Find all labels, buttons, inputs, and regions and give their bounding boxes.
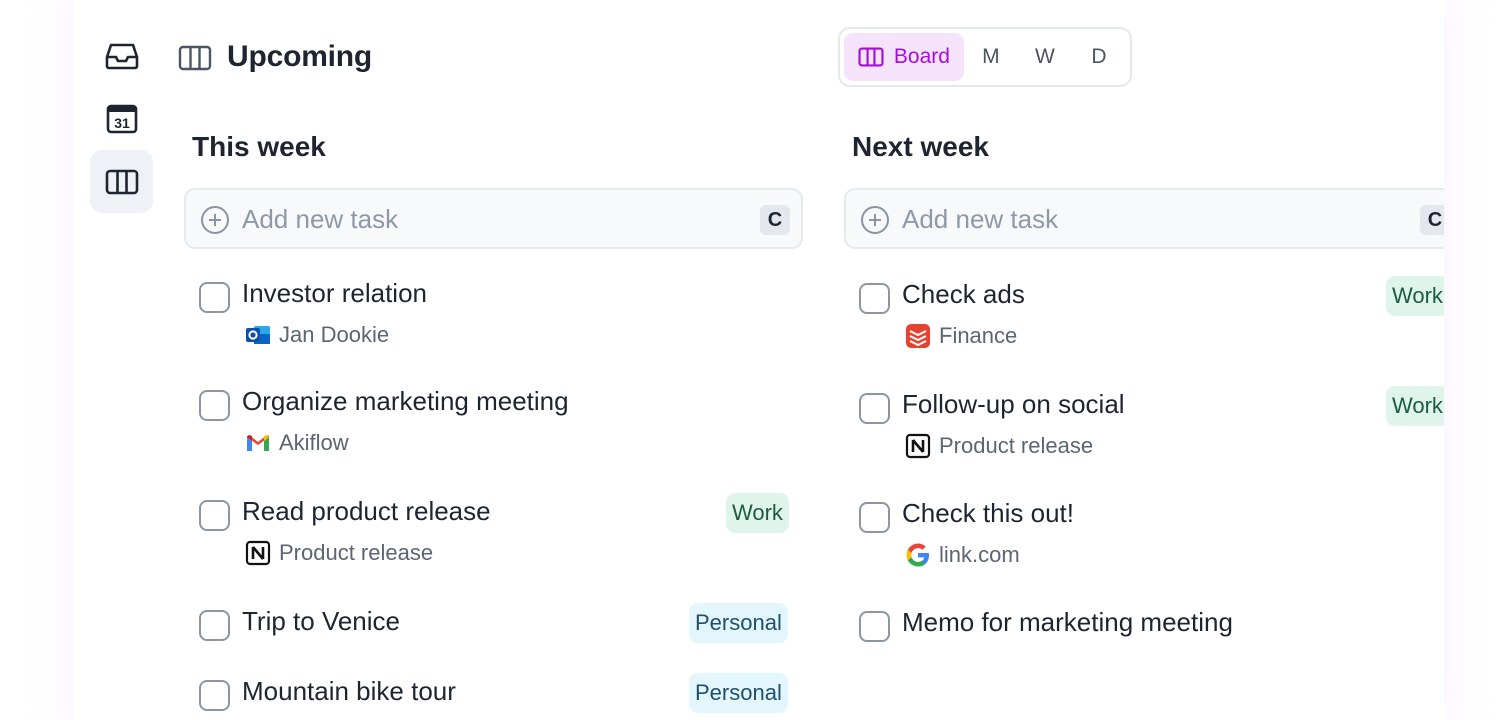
task-title: Organize marketing meeting [242, 386, 569, 416]
app-window: 31 Upcoming Board M W D This week Add ne… [74, 0, 1444, 720]
task-item[interactable]: Investor relation Jan Dookie [199, 278, 799, 358]
task-checkbox[interactable] [199, 500, 230, 531]
task-item[interactable]: Follow-up on social Product release [859, 389, 1419, 469]
task-source: Akiflow [245, 430, 349, 456]
task-title: Investor relation [242, 278, 427, 308]
task-title: Follow-up on social [902, 389, 1125, 419]
task-title: Memo for marketing meeting [902, 607, 1233, 637]
task-source: Jan Dookie [245, 322, 389, 348]
task-source-label: link.com [939, 542, 1020, 567]
sidebar: 31 [74, 0, 174, 720]
task-title: Mountain bike tour [242, 676, 456, 706]
task-title: Check ads [902, 279, 1025, 309]
view-board-button[interactable]: Board [844, 33, 964, 81]
board-icon [105, 169, 138, 194]
column-title: This week [192, 131, 326, 162]
task-checkbox[interactable] [199, 282, 230, 313]
board-icon [858, 47, 884, 67]
add-task-placeholder: Add new task [242, 204, 399, 234]
task-source: Product release [905, 433, 1093, 459]
task-checkbox[interactable] [199, 610, 230, 641]
add-task-placeholder: Add new task [902, 204, 1059, 234]
sidebar-item-board[interactable] [90, 150, 153, 213]
view-week-button[interactable]: W [1018, 45, 1072, 69]
task-item[interactable]: Organize marketing meeting Akiflow [199, 386, 799, 466]
tag-personal[interactable]: Personal [689, 603, 788, 643]
board-icon [178, 45, 212, 71]
task-checkbox[interactable] [859, 502, 890, 533]
tag-work[interactable]: Work [726, 493, 789, 533]
tag-personal[interactable]: Personal [689, 673, 788, 713]
add-task-input[interactable]: Add new task C [844, 188, 1444, 249]
task-checkbox[interactable] [199, 390, 230, 421]
sidebar-item-calendar[interactable]: 31 [90, 87, 153, 150]
task-source: Finance [905, 323, 1017, 349]
gmail-icon [247, 435, 269, 451]
task-item[interactable]: Check this out! link.com [859, 498, 1419, 578]
task-source-label: Akiflow [279, 430, 349, 455]
tag-work[interactable]: Work [1386, 276, 1444, 316]
task-source-label: Finance [939, 323, 1018, 348]
task-checkbox[interactable] [859, 611, 890, 642]
task-source: link.com [905, 542, 1020, 568]
task-title: Read product release [242, 496, 491, 526]
page-title: Upcoming [227, 40, 373, 73]
view-day-button[interactable]: D [1072, 45, 1126, 69]
task-title: Trip to Venice [242, 606, 401, 636]
sidebar-item-inbox[interactable] [90, 24, 153, 87]
column-title: Next week [852, 131, 989, 162]
plus-icon [861, 206, 889, 234]
notion-icon [245, 540, 271, 566]
notion-icon [905, 433, 931, 459]
add-task-input[interactable]: Add new task C [184, 188, 803, 249]
calendar-day-label: 31 [114, 115, 130, 131]
google-icon [906, 543, 929, 567]
task-checkbox[interactable] [859, 283, 890, 314]
view-board-label: Board [893, 45, 950, 68]
task-item[interactable]: Memo for marketing meeting [859, 607, 1419, 647]
shortcut-badge: C [760, 205, 790, 235]
task-source: Product release [245, 540, 433, 566]
shortcut-badge: C [1420, 205, 1444, 235]
todoist-icon [906, 324, 930, 348]
tag-work[interactable]: Work [1386, 386, 1444, 426]
outlook-icon [246, 326, 270, 344]
task-source-label: Product release [939, 433, 1094, 458]
task-item[interactable]: Check ads Finance [859, 279, 1419, 359]
view-toggle: Board M W D [838, 27, 1132, 87]
task-checkbox[interactable] [199, 680, 230, 711]
task-source-label: Product release [279, 540, 434, 565]
task-title: Check this out! [902, 498, 1074, 528]
view-month-button[interactable]: M [964, 45, 1018, 69]
inbox-icon [105, 43, 138, 69]
task-source-label: Jan Dookie [279, 322, 390, 347]
calendar-icon: 31 [106, 104, 137, 133]
task-checkbox[interactable] [859, 393, 890, 424]
task-item[interactable]: Read product release Product release [199, 496, 799, 576]
plus-icon [201, 206, 229, 234]
